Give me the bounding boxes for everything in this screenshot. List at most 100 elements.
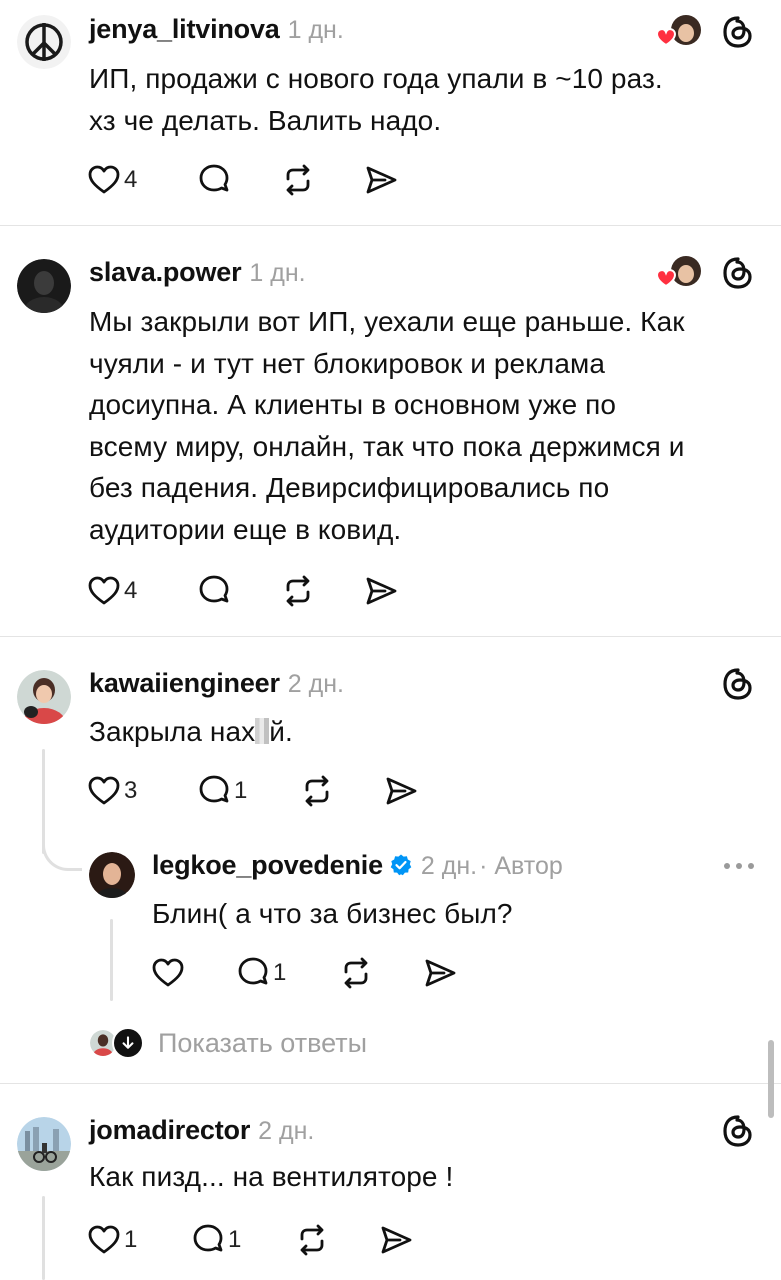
repost-arrows-icon xyxy=(305,775,329,807)
reply-button[interactable]: 1 xyxy=(235,953,286,993)
post-kawaiiengineer: kawaiiengineer 2 дн. Закрыла нах й. 3 1 xyxy=(0,637,781,1082)
heart-outline-icon xyxy=(88,776,120,805)
repost-button[interactable] xyxy=(280,571,316,611)
reply-button[interactable]: 1 xyxy=(190,1220,241,1260)
post-text-part: й. xyxy=(269,716,293,747)
post-text: Закрыла нах й. xyxy=(89,711,293,753)
show-replies-label[interactable]: Показать ответы xyxy=(158,1028,367,1059)
timestamp: 2 дн. xyxy=(287,670,344,698)
censor-pixelation xyxy=(255,718,270,744)
avatar[interactable] xyxy=(89,852,135,898)
show-replies-button[interactable]: Показать ответы xyxy=(88,1027,367,1059)
like-count: 4 xyxy=(124,577,138,604)
repost-arrows-icon xyxy=(286,164,310,196)
like-count: 1 xyxy=(124,1226,138,1253)
heart-outline-icon xyxy=(152,958,184,987)
reply-button[interactable]: 1 xyxy=(196,771,247,811)
send-icon xyxy=(386,777,417,805)
like-button[interactable]: 3 xyxy=(86,771,137,811)
repost-button[interactable] xyxy=(280,160,316,200)
like-button[interactable]: 1 xyxy=(86,1220,137,1260)
scrollbar[interactable] xyxy=(768,1040,774,1118)
reply-button[interactable] xyxy=(196,571,232,611)
threads-logo-icon[interactable] xyxy=(721,1114,755,1148)
threads-logo-icon[interactable] xyxy=(721,256,755,290)
post-text-line: досиупна. А клиенты в основном уже по xyxy=(89,389,617,420)
post-jomadirector: jomadirector 2 дн. Как пизд... на вентил… xyxy=(0,1084,781,1280)
comment-bubble-icon xyxy=(238,957,268,985)
comment-bubble-icon xyxy=(199,575,229,603)
repost-arrows-icon xyxy=(344,957,368,989)
liked-by-author-icon xyxy=(655,12,702,50)
share-button[interactable] xyxy=(422,953,458,993)
send-icon xyxy=(366,166,397,194)
repost-arrows-icon xyxy=(286,575,310,607)
action-bar: 1 1 xyxy=(86,1220,506,1260)
post-text-line: Как пизд... на вентиляторе ! xyxy=(89,1161,454,1192)
avatar[interactable] xyxy=(17,259,71,313)
repost-button[interactable] xyxy=(294,1220,330,1260)
comment-bubble-icon xyxy=(199,164,229,192)
avatar[interactable] xyxy=(17,670,71,724)
thread-connector xyxy=(110,919,113,1001)
post-slava-power: slava.power 1 дн. Мы закрыли вот ИП, уех… xyxy=(0,226,781,636)
username[interactable]: kawaiiengineer xyxy=(89,668,280,699)
post-text: Мы закрыли вот ИП, уехали еще раньше. Ка… xyxy=(89,301,769,550)
action-bar: 4 xyxy=(86,571,486,611)
like-button[interactable]: 4 xyxy=(86,160,137,200)
send-icon xyxy=(381,1226,412,1254)
reply-count: 1 xyxy=(273,959,287,986)
post-text-line: чуяли - и тут нет блокировок и реклама xyxy=(89,347,606,379)
timestamp: 1 дн. xyxy=(287,16,344,44)
comment-bubble-icon xyxy=(193,1224,223,1252)
post-text: ИП, продажи с нового года упали в ~10 ра… xyxy=(89,58,759,141)
more-dots-icon[interactable] xyxy=(722,859,756,871)
reply-button[interactable] xyxy=(196,160,232,200)
threads-logo-icon[interactable] xyxy=(721,15,755,49)
post-text-line: без падения. Девирсифицировались по xyxy=(89,472,610,503)
like-count: 3 xyxy=(124,777,138,804)
reply-count: 1 xyxy=(234,777,248,804)
username[interactable]: slava.power xyxy=(89,257,242,288)
timestamp: 1 дн. xyxy=(249,259,306,287)
timestamp: 2 дн. xyxy=(258,1117,315,1145)
post-jenya-litvinova: jenya_litvinova 1 дн. ИП, продажи с ново… xyxy=(0,0,781,225)
heart-outline-icon xyxy=(88,576,120,605)
avatar[interactable] xyxy=(17,15,71,69)
username[interactable]: legkoe_povedenie xyxy=(152,850,383,881)
share-button[interactable] xyxy=(363,571,399,611)
threads-logo-icon[interactable] xyxy=(721,667,755,701)
post-text-line: Мы закрыли вот ИП, уехали еще раньше. Ка… xyxy=(89,306,685,337)
timestamp: 2 дн. xyxy=(420,852,478,880)
post-text: Блин( а что за бизнес был? xyxy=(152,893,513,935)
post-text-part: Закрыла нах xyxy=(89,716,256,747)
post-text-line: всему миру, онлайн, так что пока держимс… xyxy=(89,430,685,462)
post-text-line: аудитории еще в ковид. xyxy=(89,513,402,545)
username[interactable]: jomadirector xyxy=(89,1115,250,1146)
author-label: · Автор xyxy=(479,852,563,880)
repost-button[interactable] xyxy=(338,953,374,993)
repost-arrows-icon xyxy=(300,1224,324,1256)
share-button[interactable] xyxy=(363,160,399,200)
like-button[interactable]: 4 xyxy=(86,571,137,611)
thread-connector xyxy=(42,1196,45,1280)
send-icon xyxy=(425,959,456,987)
verified-badge-icon xyxy=(390,854,412,876)
post-text-line: Блин( а что за бизнес был? xyxy=(152,898,513,929)
share-button[interactable] xyxy=(383,771,419,811)
avatar[interactable] xyxy=(17,1117,71,1171)
comment-bubble-icon xyxy=(199,775,229,803)
liked-by-author-icon xyxy=(655,253,702,291)
reply-count: 1 xyxy=(228,1226,242,1253)
share-button[interactable] xyxy=(378,1220,414,1260)
repost-button[interactable] xyxy=(299,771,335,811)
like-button[interactable] xyxy=(150,953,188,993)
heart-outline-icon xyxy=(88,1225,120,1254)
username[interactable]: jenya_litvinova xyxy=(89,14,280,45)
post-text-line: ИП, продажи с нового года упали в ~10 ра… xyxy=(89,63,663,94)
post-text-line: хз че делать. Валить надо. xyxy=(89,104,442,136)
action-bar: 3 1 xyxy=(86,771,506,811)
arrow-down-icon xyxy=(112,1027,144,1059)
post-text: Как пизд... на вентиляторе ! xyxy=(89,1156,453,1198)
action-bar: 1 xyxy=(150,953,570,993)
